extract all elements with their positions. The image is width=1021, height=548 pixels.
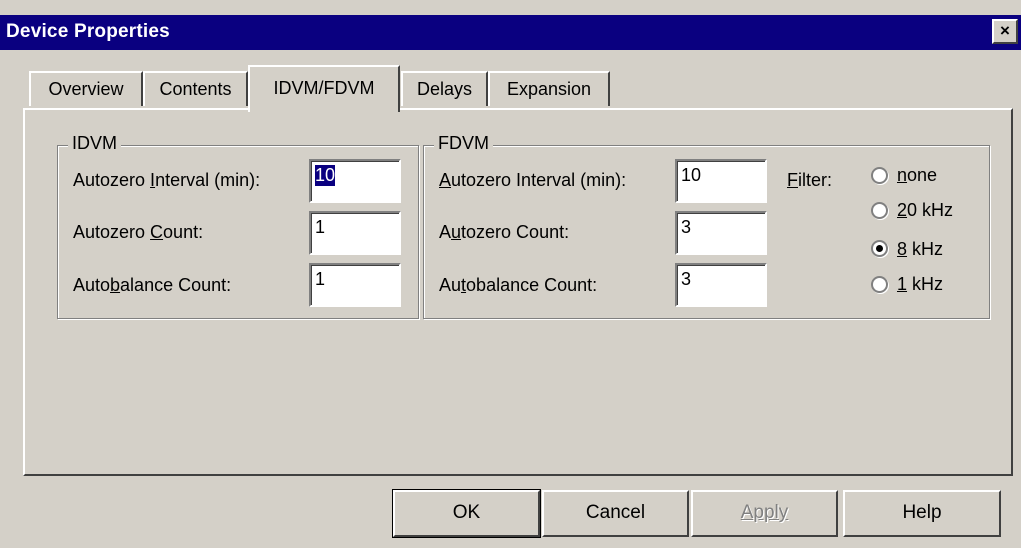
idvm-autobalance-count-input[interactable]: 1 [309, 263, 401, 307]
idvm-autozero-interval-value: 10 [315, 165, 336, 186]
filter-option-8khz-label[interactable]: 8 kHz [897, 239, 943, 260]
idvm-autozero-count-label: Autozero Count: [73, 222, 204, 242]
tab-contents-label: Contents [159, 79, 232, 99]
cancel-button[interactable]: Cancel [542, 490, 689, 537]
idvm-autobalance-count-label: Autobalance Count: [73, 275, 232, 295]
fdvm-filter-label: Filter: [787, 170, 833, 190]
fdvm-autozero-interval-value: 10 [681, 165, 702, 185]
tab-delays[interactable]: Delays [401, 71, 488, 106]
fdvm-autozero-interval-input[interactable]: 10 [675, 159, 767, 203]
idvm-autozero-interval-label: Autozero Interval (min): [73, 170, 261, 190]
fdvm-autozero-count-label: Autozero Count: [439, 222, 570, 242]
filter-radio-1khz[interactable] [871, 276, 888, 293]
idvm-autobalance-count-value: 1 [315, 269, 326, 289]
filter-option-20khz-label[interactable]: 20 kHz [897, 200, 953, 221]
tab-panel-idvm-fdvm: IDVM Autozero Interval (min): 10 Autozer… [23, 108, 1013, 476]
tab-overview-label: Overview [48, 79, 124, 99]
close-button[interactable]: × [992, 19, 1018, 44]
idvm-autozero-count-input[interactable]: 1 [309, 211, 401, 255]
tab-idvm-fdvm-label: IDVM/FDVM [273, 78, 375, 98]
tab-delays-label: Delays [416, 79, 473, 99]
cancel-button-label: Cancel [585, 502, 646, 523]
idvm-group-legend: IDVM [68, 133, 121, 154]
fdvm-autobalance-count-input[interactable]: 3 [675, 263, 767, 307]
radio-selected-dot [876, 245, 883, 252]
ok-button-label: OK [452, 502, 481, 523]
idvm-autozero-count-value: 1 [315, 217, 326, 237]
filter-option-1khz-label[interactable]: 1 kHz [897, 274, 943, 295]
filter-radio-8khz[interactable] [871, 240, 888, 257]
title-bar: Device Properties × [0, 15, 1021, 50]
fdvm-autozero-count-input[interactable]: 3 [675, 211, 767, 255]
close-icon: × [1000, 21, 1010, 40]
help-button[interactable]: Help [843, 490, 1001, 537]
apply-button[interactable]: Apply [691, 490, 838, 537]
help-button-label: Help [902, 502, 942, 523]
window-title: Device Properties [6, 21, 170, 42]
filter-radio-none[interactable] [871, 167, 888, 184]
ok-button[interactable]: OK [392, 489, 541, 538]
device-properties-window: Device Properties × Overview Contents ID… [0, 0, 1021, 548]
tab-overview[interactable]: Overview [29, 71, 143, 106]
fdvm-autozero-count-value: 3 [681, 217, 692, 237]
tab-idvm-fdvm[interactable]: IDVM/FDVM [248, 65, 400, 112]
fdvm-autozero-interval-label: Autozero Interval (min): [439, 170, 627, 190]
idvm-autozero-interval-input[interactable]: 10 [309, 159, 401, 203]
filter-option-none-label[interactable]: none [897, 165, 937, 186]
apply-button-label: Apply [740, 502, 789, 523]
tab-expansion-label: Expansion [506, 79, 592, 99]
fdvm-autobalance-count-value: 3 [681, 269, 692, 289]
filter-radio-20khz[interactable] [871, 202, 888, 219]
tab-expansion[interactable]: Expansion [488, 71, 610, 106]
fdvm-group-legend: FDVM [434, 133, 493, 154]
fdvm-autobalance-count-label: Autobalance Count: [439, 275, 598, 295]
tab-contents[interactable]: Contents [143, 71, 248, 106]
